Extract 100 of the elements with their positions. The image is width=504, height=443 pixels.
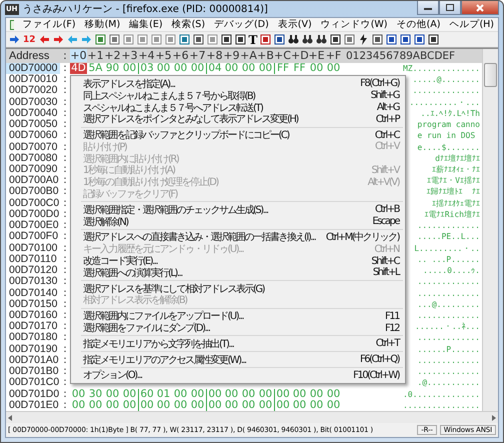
address-separator: :: [62, 344, 68, 355]
address-separator: :: [62, 130, 68, 142]
menu-entry[interactable]: 選択アドレスへの直接書き込み・選択範囲の一括書き換え(I)... Ctrl+M(中クリック): [71, 232, 405, 244]
hex-cell-text: 00: [190, 400, 206, 411]
address-cell-text: 00D701C0: [8, 377, 60, 388]
menu-item[interactable]: ヘルプ(H): [449, 18, 494, 31]
menu-item[interactable]: 検索(S): [172, 18, 206, 31]
address-separator: :: [62, 198, 68, 209]
ascii-cell-text: ｴ歸ﾅｴ壇ﾄｴ ﾅｴ: [426, 186, 481, 198]
menu-entry[interactable]: 選択範囲への演算実行(L)... Shift+L: [71, 266, 405, 279]
hex-cell-text: 00: [172, 400, 188, 411]
column-heading[interactable]: +0: [70, 49, 87, 62]
address-cell-text: 00D70070: [8, 142, 58, 152]
hex-cell-text: 00: [240, 388, 256, 400]
menu-entry[interactable]: 選択アドレスを基準にして相対アドレス表示(G): [71, 282, 405, 295]
address-separator: :: [62, 242, 68, 254]
column-heading[interactable]: +7: [189, 49, 206, 62]
menu-item[interactable]: その他(A): [396, 18, 440, 31]
menu-entry[interactable]: 指定メモリエリアのアクセス属性変更(W)... F6(Ctrl+Q): [71, 354, 405, 366]
hex-cell-text: 00: [156, 62, 172, 74]
text-tool-button[interactable]: T: [248, 34, 258, 46]
address-separator: :: [62, 366, 68, 378]
column-heading[interactable]: +1: [87, 49, 104, 62]
hex-cell-text: 30: [88, 388, 104, 400]
hex-cell-text: 00: [156, 400, 172, 411]
column-heading[interactable]: +F: [325, 49, 342, 62]
address-cell-text: 00D701D0: [8, 388, 60, 400]
ascii-cell-text: L.........・..: [414, 242, 481, 254]
hex-cell-text: 00: [326, 388, 342, 400]
column-heading[interactable]: +6: [172, 49, 189, 62]
menu-entry[interactable]: 改造コード実行(E)... Shift+C: [71, 255, 405, 267]
menu-entry[interactable]: 選択範囲指定・選択範囲のチェックサム生成(S)... Ctrl+B: [71, 204, 405, 216]
column-heading: 0123456789ABCDEF: [346, 50, 456, 62]
menu-entry[interactable]: 同上スペシャルねこまんま５７号から取得(B) Shift+G: [71, 90, 405, 102]
ascii-cell-text: .....0....ｩ.: [423, 265, 481, 276]
ascii-cell-text: .....PE..L...: [417, 231, 481, 242]
address-cell-text: 00D70170: [8, 321, 58, 332]
address-cell-text: 00D70090: [8, 164, 58, 175]
address-cell-text: 00D70110: [8, 254, 58, 265]
address-cell: 00D70000: [6, 62, 60, 74]
ascii-cell-text: ......P......: [417, 344, 481, 355]
column-heading[interactable]: +B: [257, 49, 274, 62]
column-heading[interactable]: +9: [223, 49, 240, 62]
column-heading[interactable]: +C: [274, 49, 291, 62]
ascii-cell-text: ｴ電ﾅｴRich壇ﾅｴ: [424, 208, 481, 220]
ascii-cell-text: ..ｴ.ﾍ!ｸ.Lﾍ!Th: [420, 108, 481, 119]
address-cell-text: 00D701E0: [8, 400, 60, 411]
menu-item[interactable]: 表示(V): [278, 18, 312, 31]
address-cell-text: 00D70020: [8, 85, 58, 96]
column-heading[interactable]: +5: [155, 49, 172, 62]
menu-item[interactable]: ウィンドウ(W): [320, 18, 388, 31]
address-separator: :: [62, 119, 68, 130]
column-heading[interactable]: +3: [121, 49, 138, 62]
ascii-cell-text: ｴ電ﾅｴ・Vｴ揺ﾅｴ: [427, 175, 481, 186]
hex-cell-text: 00: [172, 388, 188, 400]
column-heading: Address: [8, 50, 50, 62]
toolbar-label[interactable]: 12: [23, 34, 36, 46]
column-heading[interactable]: +4: [138, 49, 155, 62]
column-heading[interactable]: +E: [308, 49, 325, 62]
address-separator: :: [62, 298, 68, 310]
menu-item[interactable]: デバッグ(D): [214, 18, 269, 31]
menu-item[interactable]: 編集(E): [129, 18, 163, 31]
hex-cell-text: 00: [224, 62, 240, 74]
address-separator: :: [62, 175, 68, 186]
hex-cell: 00: [274, 388, 291, 400]
hex-cell-text: 00: [190, 62, 206, 74]
menu-entry[interactable]: 選択解除(N) Escape: [71, 216, 405, 228]
column-heading[interactable]: +A: [240, 49, 257, 62]
address-cell-text: 00D70120: [8, 265, 58, 276]
address-separator: :: [62, 108, 68, 119]
menu-item[interactable]: 移動(M): [84, 18, 120, 31]
column-heading[interactable]: +2: [104, 49, 121, 62]
address-separator: :: [62, 231, 68, 242]
column-heading[interactable]: +D: [291, 49, 308, 62]
address-separator: :: [62, 377, 68, 388]
menu-entry[interactable]: 表示アドレスを指定(A)... F8(Ctrl+G): [71, 78, 405, 90]
ascii-cell-text: ...@.........: [417, 298, 481, 310]
menu-entry[interactable]: 選択範囲を記録バッファとクリップボードにコピー(C) Ctrl+C: [71, 129, 405, 141]
ascii-cell-text: .. ...P......: [417, 254, 481, 265]
column-heading[interactable]: +8: [206, 49, 223, 62]
address-separator: :: [62, 388, 68, 400]
address-separator: :: [62, 152, 68, 164]
hex-cell: 4D: [70, 62, 87, 74]
menu-entry[interactable]: 選択アドレスをポインタとみなして表示アドレス変更(H) Ctrl+P: [71, 113, 405, 126]
menu-item[interactable]: ファイル(F): [22, 18, 76, 31]
hex-cell-text: 00: [258, 62, 274, 74]
ascii-cell-text: MZ..............: [402, 62, 481, 74]
menu-entry[interactable]: 選択範囲をファイルにダンプ(D)... F12: [71, 322, 405, 334]
menu-entry[interactable]: 選択範囲内にファイルをアップロード(U)... F11: [71, 310, 405, 322]
hex-cell-text: 00: [258, 400, 274, 411]
address-cell-text: 00D700C0: [8, 198, 60, 209]
address-separator: :: [62, 332, 68, 344]
address-cell-text: 00D701B0: [8, 366, 60, 378]
menu-entry[interactable]: スペシャルねこまんま５７号へアドレス転送(T) Alt+G: [71, 102, 405, 114]
address-cell-text: 00D70180: [8, 332, 58, 344]
address-cell-text: 00D70140: [8, 288, 58, 299]
ascii-cell-text: ..........・...: [409, 96, 481, 108]
menu-entry[interactable]: 指定メモリエリアから文字列を抽出(T)... Ctrl+T: [71, 338, 405, 350]
address-separator: :: [62, 288, 68, 299]
menu-entry[interactable]: オプション(O)... F10(Ctrl+W): [71, 370, 405, 382]
